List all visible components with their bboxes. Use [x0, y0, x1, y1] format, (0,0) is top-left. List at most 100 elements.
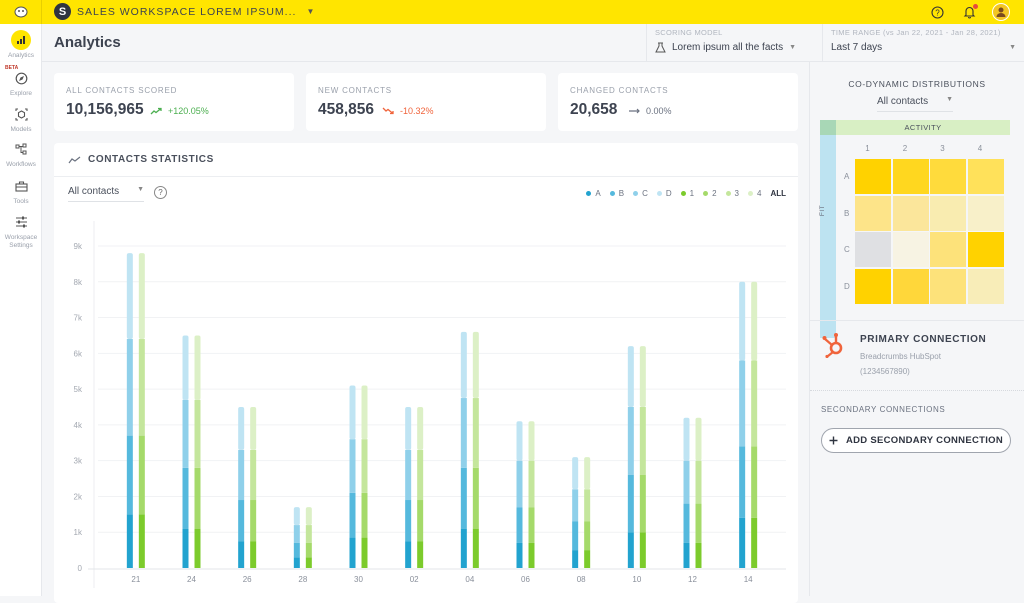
- bar-segment-fit-c: [182, 399, 189, 468]
- kpi-label: NEW CONTACTS: [318, 86, 392, 95]
- workspace-name: SALES WORKSPACE LOREM IPSUM...: [77, 5, 297, 18]
- primary-connection-name: Breadcrumbs HubSpot: [860, 352, 941, 361]
- kpi-delta-value: -10.32%: [400, 106, 434, 116]
- sidebar-item-models[interactable]: Models: [0, 104, 42, 134]
- sidebar-item-label: Explore: [9, 90, 33, 97]
- bar-segment-fit-d: [627, 346, 634, 407]
- matrix-cell-d3[interactable]: [930, 268, 966, 304]
- matrix-cell-c1[interactable]: [855, 232, 891, 267]
- matrix-cell-a1[interactable]: [855, 159, 891, 194]
- bar-segment-activity-2: [250, 500, 257, 542]
- bar-segment-fit-d: [238, 407, 245, 450]
- x-tick-label: 28: [298, 575, 307, 584]
- matrix-row-label: C: [844, 245, 850, 254]
- matrix-cell-b4[interactable]: [967, 195, 1004, 231]
- matrix-cell-b3[interactable]: [930, 195, 966, 231]
- y-tick-label: 1k: [74, 528, 83, 537]
- bar-segment-fit-b: [126, 435, 133, 515]
- matrix-cell-c3[interactable]: [930, 232, 966, 267]
- toolbox-icon: [11, 176, 31, 196]
- y-tick-label: 9k: [74, 242, 83, 251]
- x-tick-label: 14: [744, 575, 753, 584]
- x-tick-label: 08: [577, 575, 586, 584]
- matrix-cell-b2[interactable]: [892, 195, 929, 231]
- bar-segment-fit-c: [238, 449, 245, 501]
- help-button[interactable]: ?: [928, 3, 946, 21]
- matrix-cell-b1[interactable]: [855, 195, 891, 231]
- help-icon: ?: [930, 5, 944, 19]
- matrix-cell-d4[interactable]: [967, 268, 1004, 304]
- bar-segment-activity-1: [584, 550, 591, 568]
- matrix-cell-c4[interactable]: [967, 232, 1004, 267]
- bar-segment-fit-b: [739, 446, 746, 518]
- bar-segment-fit-c: [627, 407, 634, 475]
- bar-segment-fit-c: [683, 460, 690, 504]
- bar-segment-fit-d: [739, 281, 746, 361]
- bar-segment-fit-d: [182, 335, 189, 400]
- matrix-col-label: 2: [902, 144, 908, 153]
- matrix-cell-a4[interactable]: [967, 159, 1004, 194]
- bar-segment-fit-c: [126, 339, 133, 436]
- plus-icon: [829, 436, 838, 445]
- bar-segment-activity-3: [138, 339, 145, 436]
- x-tick-label: 26: [243, 575, 252, 584]
- sidebar-item-explore[interactable]: BETA Explore: [0, 65, 42, 98]
- bar-segment-activity-2: [584, 521, 591, 551]
- user-avatar[interactable]: [992, 3, 1010, 21]
- bar-segment-activity-4: [528, 421, 535, 461]
- sidebar-item-workflows[interactable]: Workflows: [0, 139, 42, 169]
- secondary-connections-title: SECONDARY CONNECTIONS: [821, 405, 946, 414]
- bar-segment-activity-2: [639, 474, 646, 533]
- notifications-button[interactable]: [960, 3, 978, 21]
- add-button-label: ADD SECONDARY CONNECTION: [845, 435, 1004, 446]
- codynamic-filter-select[interactable]: All contacts ▼: [877, 96, 953, 112]
- trend-flat-icon: [629, 108, 640, 114]
- sidebar-item-tools[interactable]: Tools: [0, 176, 42, 206]
- matrix-cell-d1[interactable]: [855, 268, 891, 304]
- bar-segment-activity-3: [305, 525, 312, 543]
- bar-segment-activity-4: [751, 281, 758, 361]
- sidebar-item-workspace-settings[interactable]: Workspace Settings: [0, 212, 42, 250]
- bar-segment-activity-2: [695, 503, 702, 543]
- chevron-down-icon: ▼: [946, 96, 953, 103]
- bar-segment-activity-1: [305, 557, 312, 568]
- bar-segment-fit-d: [460, 331, 467, 399]
- bar-segment-activity-2: [305, 542, 312, 558]
- matrix-cell-c2[interactable]: [892, 232, 929, 267]
- bar-segment-fit-c: [460, 398, 467, 468]
- bar-segment-activity-3: [194, 399, 201, 468]
- bar-segment-activity-1: [250, 541, 257, 568]
- app-logo[interactable]: [0, 0, 42, 24]
- codynamic-title: CO-DYNAMIC DISTRIBUTIONS: [848, 79, 986, 89]
- bar-segment-activity-4: [472, 331, 479, 399]
- matrix-row-label: D: [844, 281, 850, 291]
- matrix-cell-a3[interactable]: [930, 159, 966, 194]
- kpi-card-all-contacts: ALL CONTACTS SCORED 10,156,965 +120.05%: [54, 73, 294, 131]
- bar-segment-fit-c: [516, 460, 523, 508]
- sidebar-item-analytics[interactable]: Analytics: [0, 30, 42, 60]
- x-tick-label: 02: [410, 575, 419, 584]
- scoring-model-select[interactable]: SCORING MODEL Lorem ipsum all the facts …: [646, 24, 822, 62]
- bar-segment-activity-3: [695, 460, 702, 504]
- time-range-select[interactable]: TIME RANGE (vs Jan 22, 2021 - Jan 28, 20…: [822, 24, 1024, 62]
- time-range-value: Last 7 days: [831, 42, 883, 53]
- sidebar: Analytics BETA Explore Models Workflows …: [0, 24, 42, 596]
- matrix-cell-a2[interactable]: [892, 159, 929, 194]
- scoring-model-label: SCORING MODEL: [655, 28, 723, 37]
- add-secondary-connection-button[interactable]: ADD SECONDARY CONNECTION: [821, 428, 1011, 453]
- sidebar-item-label: Workflows: [6, 161, 36, 168]
- bar-segment-fit-c: [739, 360, 746, 447]
- bar-segment-fit-b: [238, 500, 245, 542]
- bar-segment-fit-d: [516, 421, 523, 461]
- bar-segment-fit-a: [627, 532, 634, 568]
- bar-segment-fit-a: [405, 541, 412, 568]
- bar-segment-activity-1: [695, 542, 702, 568]
- matrix-col-label: 3: [940, 144, 945, 153]
- trend-down-icon: [382, 107, 394, 115]
- bar-segment-activity-1: [417, 541, 424, 568]
- bar-segment-fit-d: [683, 417, 690, 461]
- kpi-label: ALL CONTACTS SCORED: [66, 86, 178, 95]
- app-logo-icon: [14, 6, 27, 18]
- workspace-selector[interactable]: S SALES WORKSPACE LOREM IPSUM... ▼: [54, 3, 314, 20]
- matrix-cell-d2[interactable]: [892, 268, 929, 304]
